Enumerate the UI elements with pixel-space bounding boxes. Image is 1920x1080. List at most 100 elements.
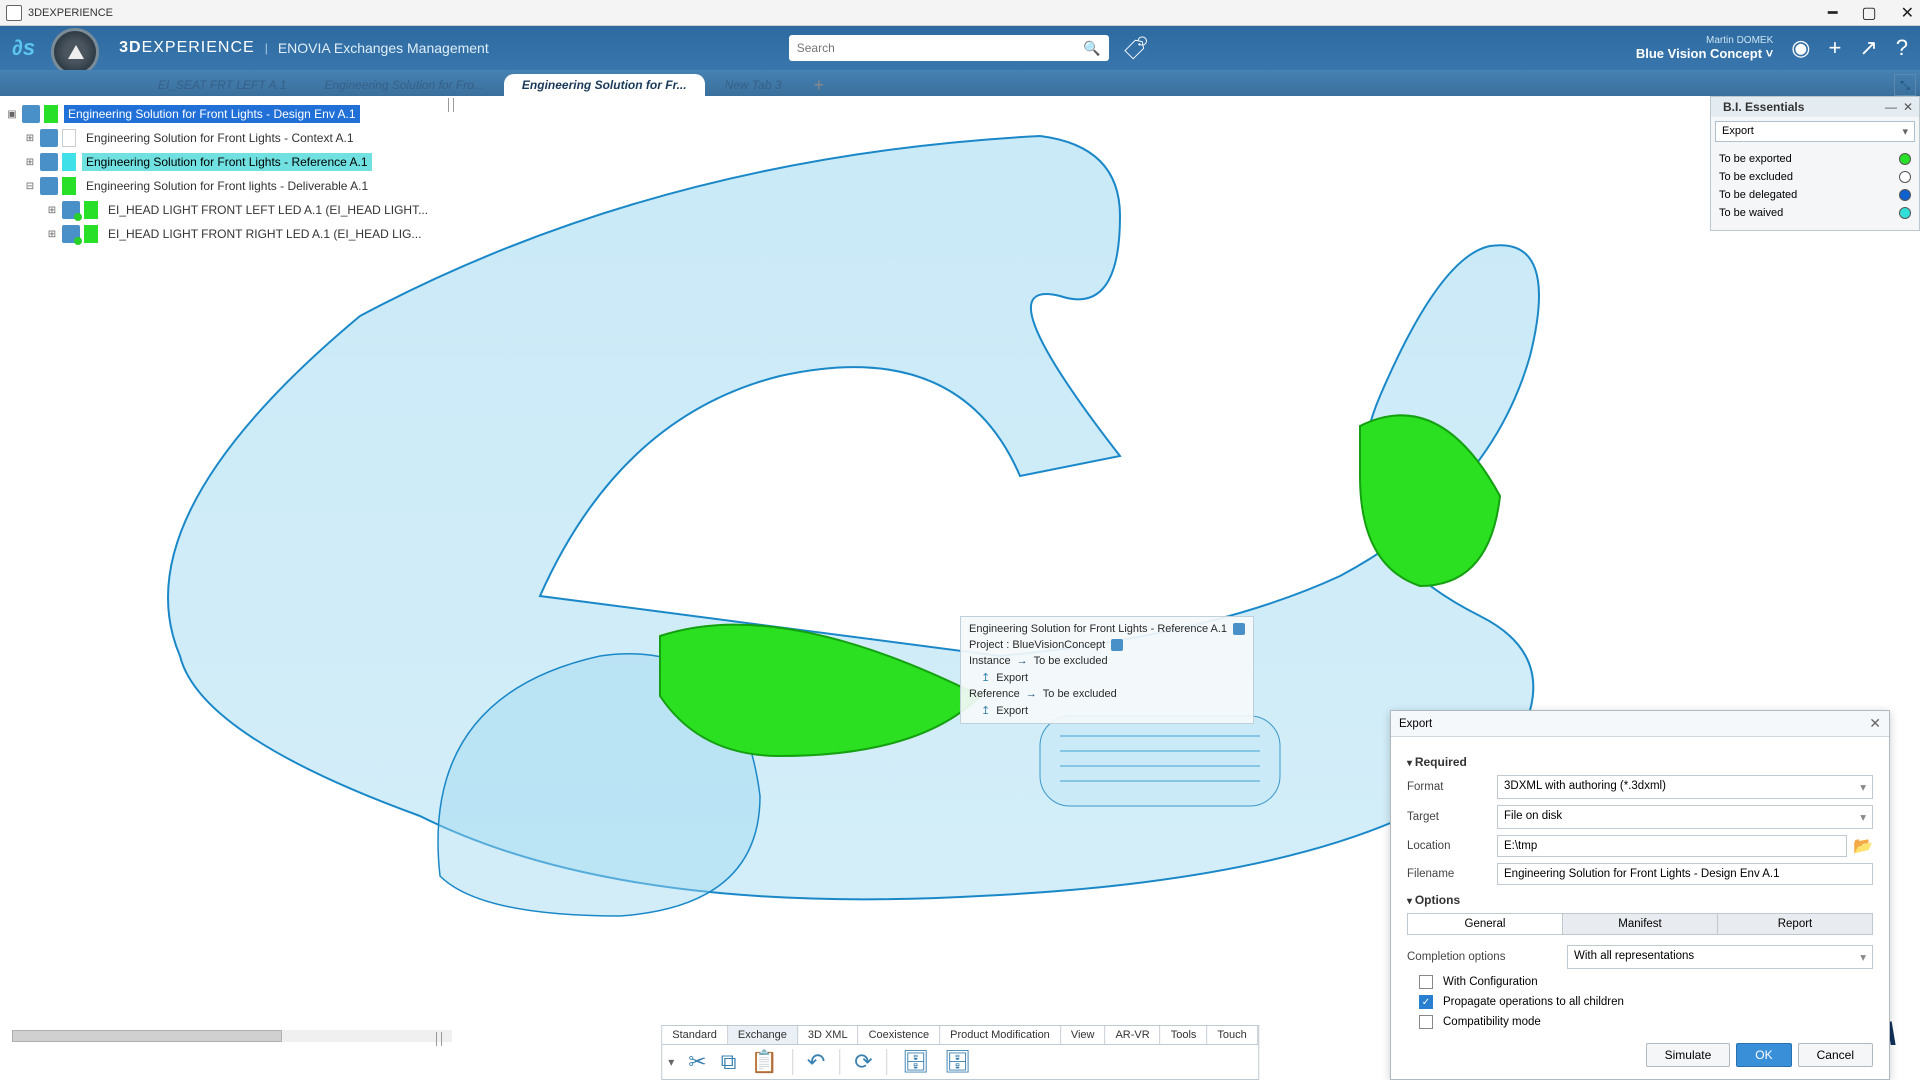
tree-label[interactable]: EI_HEAD LIGHT FRONT RIGHT LED A.1 (EI_HE… (104, 225, 425, 243)
compass-button[interactable] (51, 28, 99, 76)
expander-icon[interactable]: ⊞ (46, 229, 58, 240)
refresh-icon[interactable]: ⟳ (854, 1049, 872, 1075)
toolbar-tab-tools[interactable]: Tools (1161, 1026, 1208, 1044)
tree-label[interactable]: EI_HEAD LIGHT FRONT LEFT LED A.1 (EI_HEA… (104, 201, 432, 219)
export-link[interactable]: Export (996, 672, 1028, 684)
tree-label[interactable]: Engineering Solution for Front Lights - … (82, 153, 372, 171)
section-required[interactable]: Required (1407, 755, 1873, 769)
feature-tree[interactable]: ▣ Engineering Solution for Front Lights … (6, 102, 446, 246)
tab-add-button[interactable]: + (802, 75, 837, 96)
brand-divider: | (265, 41, 268, 55)
share-icon[interactable]: ↗ (1859, 35, 1877, 61)
tree-label[interactable]: Engineering Solution for Front Lights - … (82, 129, 358, 147)
close-button[interactable]: ✕ (1901, 3, 1914, 23)
database-refresh-icon[interactable]: 🗄 (944, 1049, 972, 1075)
minimize-panel-icon[interactable]: — (1885, 100, 1897, 114)
propagate-label: Propagate operations to all children (1443, 996, 1624, 1008)
user-menu[interactable]: Martin DOMEK Blue Vision Concept ˅ (1636, 35, 1773, 61)
cube-icon (1111, 639, 1123, 651)
expand-icon[interactable]: ⤡ (1894, 74, 1916, 96)
tab-3[interactable]: New Tab 3 (707, 74, 800, 96)
main-viewport[interactable]: ▣ Engineering Solution for Front Lights … (0, 96, 1920, 1080)
export-icon[interactable]: ↥ (981, 671, 990, 684)
option-tab-report[interactable]: Report (1718, 914, 1872, 934)
toolbar-tab-standard[interactable]: Standard (662, 1026, 728, 1044)
tree-label[interactable]: Engineering Solution for Front lights - … (82, 177, 372, 195)
search-box[interactable]: 🔍 (789, 35, 1109, 61)
database-icon[interactable]: 🗄 (902, 1049, 930, 1075)
app-name: ENOVIA Exchanges Management (278, 40, 489, 56)
export-icon[interactable]: ↥ (981, 704, 990, 717)
ok-button[interactable]: OK (1736, 1043, 1791, 1067)
tree-scrollbar[interactable] (12, 1030, 452, 1042)
toolbar-tab-product-mod[interactable]: Product Modification (940, 1026, 1061, 1044)
expander-icon[interactable]: ⊟ (24, 181, 36, 192)
toolbar-tab-arvr[interactable]: AR-VR (1105, 1026, 1160, 1044)
simulate-button[interactable]: Simulate (1646, 1043, 1731, 1067)
toolbar-tab-view[interactable]: View (1061, 1026, 1106, 1044)
search-input[interactable] (797, 41, 1084, 55)
tree-row[interactable]: ⊞ EI_HEAD LIGHT FRONT RIGHT LED A.1 (EI_… (6, 222, 446, 246)
column-resize-handle[interactable] (448, 98, 454, 112)
expander-icon[interactable]: ▣ (6, 109, 18, 120)
tree-row[interactable]: ⊞ EI_HEAD LIGHT FRONT LEFT LED A.1 (EI_H… (6, 198, 446, 222)
tree-label[interactable]: Engineering Solution for Front Lights - … (64, 105, 360, 123)
expander-icon[interactable]: ⊞ (24, 133, 36, 144)
menu-caret-icon[interactable]: ▾ (668, 1055, 674, 1069)
copy-icon[interactable]: ⧉ (721, 1049, 737, 1075)
tree-row[interactable]: ⊞ Engineering Solution for Front Lights … (6, 126, 446, 150)
selection-annotation: Engineering Solution for Front Lights - … (960, 616, 1254, 724)
scrollbar-thumb[interactable] (12, 1030, 282, 1042)
option-tab-manifest[interactable]: Manifest (1563, 914, 1718, 934)
option-tabs: General Manifest Report (1407, 913, 1873, 935)
toolbar-tab-touch[interactable]: Touch (1207, 1026, 1257, 1044)
expander-icon[interactable]: ⊞ (46, 205, 58, 216)
toolbar-tab-exchange[interactable]: Exchange (728, 1026, 798, 1044)
tree-row[interactable]: ⊞ Engineering Solution for Front Lights … (6, 150, 446, 174)
cube-icon (1233, 623, 1245, 635)
compat-checkbox[interactable] (1419, 1015, 1433, 1029)
status-indicator (84, 201, 98, 219)
node-icon (22, 105, 40, 123)
target-combo[interactable]: File on disk▾ (1497, 805, 1873, 829)
user-icon[interactable]: ◉ (1791, 35, 1810, 61)
add-icon[interactable]: + (1828, 35, 1841, 61)
maximize-button[interactable]: ▢ (1861, 3, 1876, 23)
tag-icon[interactable]: 🏷 (1122, 34, 1148, 62)
tree-row[interactable]: ▣ Engineering Solution for Front Lights … (6, 102, 446, 126)
help-icon[interactable]: ? (1896, 35, 1908, 61)
location-field[interactable]: E:\tmp (1497, 835, 1847, 857)
undo-icon[interactable]: ↶ (807, 1049, 825, 1075)
completion-combo[interactable]: With all representations▾ (1567, 945, 1873, 969)
cancel-button[interactable]: Cancel (1798, 1043, 1873, 1067)
with-config-checkbox[interactable] (1419, 975, 1433, 989)
close-panel-icon[interactable]: ✕ (1903, 100, 1913, 114)
tab-2[interactable]: Engineering Solution for Fr... (504, 74, 705, 96)
filename-field[interactable]: Engineering Solution for Front Lights - … (1497, 863, 1873, 885)
paste-icon[interactable]: 📋 (750, 1049, 777, 1075)
tree-row[interactable]: ⊟ Engineering Solution for Front lights … (6, 174, 446, 198)
legend-dot-icon (1899, 153, 1911, 165)
minimize-button[interactable]: ━ (1828, 3, 1838, 23)
propagate-checkbox[interactable]: ✓ (1419, 995, 1433, 1009)
status-indicator (62, 129, 76, 147)
format-combo[interactable]: 3DXML with authoring (*.3dxml)▾ (1497, 775, 1873, 799)
window-controls: ━ ▢ ✕ (1828, 3, 1914, 23)
legend-dot-icon (1899, 171, 1911, 183)
toolbar-tab-coexistence[interactable]: Coexistence (859, 1026, 941, 1044)
section-options[interactable]: Options (1407, 893, 1873, 907)
legend-row: To be waived (1719, 204, 1911, 222)
browse-folder-icon[interactable]: 📂 (1853, 836, 1873, 856)
toolbar-tab-3dxml[interactable]: 3D XML (798, 1026, 859, 1044)
export-dialog: Export ✕ Required Format 3DXML with auth… (1390, 710, 1890, 1080)
bi-mode-combo[interactable]: Export▾ (1715, 121, 1915, 142)
export-link[interactable]: Export (996, 705, 1028, 717)
cut-icon[interactable]: ✂ (688, 1049, 706, 1075)
dialog-close-button[interactable]: ✕ (1869, 715, 1881, 732)
tab-0[interactable]: EI_SEAT FRT LEFT A.1 (140, 74, 304, 96)
splitter-handle[interactable] (436, 1032, 442, 1046)
expander-icon[interactable]: ⊞ (24, 157, 36, 168)
option-tab-general[interactable]: General (1408, 914, 1563, 934)
tab-1[interactable]: Engineering Solution for Fro... (306, 74, 501, 96)
search-icon[interactable]: 🔍 (1083, 40, 1100, 57)
